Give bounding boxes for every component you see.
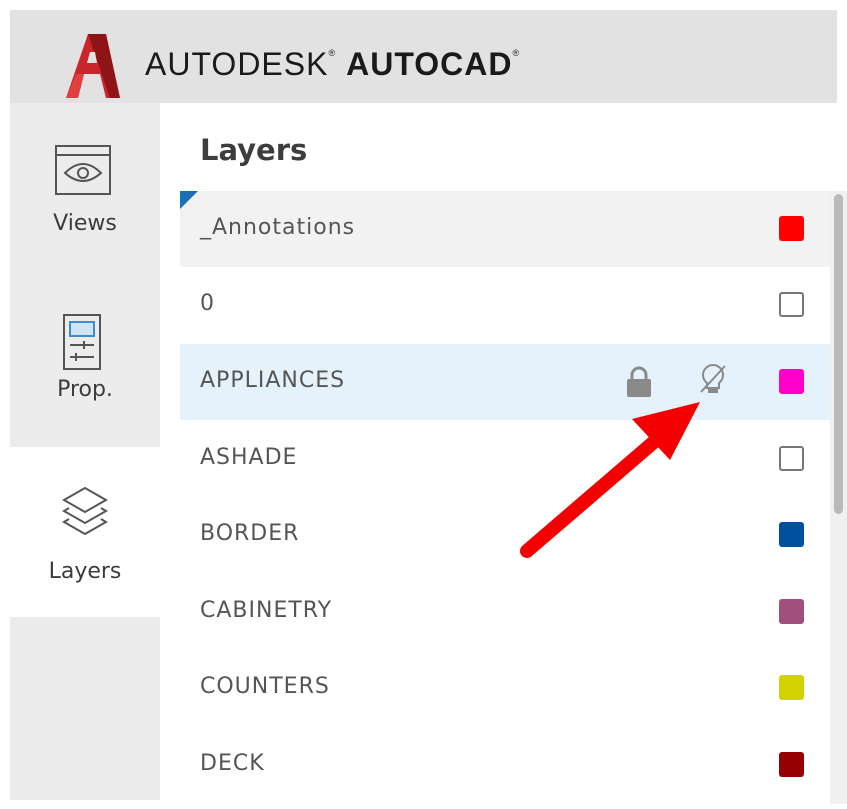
rail-item-properties[interactable]: Prop. xyxy=(10,293,160,447)
layer-row[interactable]: CABINETRY xyxy=(180,574,830,650)
layer-row[interactable]: BORDER xyxy=(180,497,830,573)
brand-wordmark: AUTODESK® AUTOCAD® xyxy=(145,46,521,82)
layer-name: BORDER xyxy=(200,521,300,546)
rail-item-properties-label: Prop. xyxy=(57,377,113,402)
layer-name: CABINETRY xyxy=(200,598,333,623)
layer-list-scrollbar[interactable] xyxy=(830,191,847,804)
layer-name: ASHADE xyxy=(200,445,298,470)
lock-icon[interactable] xyxy=(626,366,652,398)
layer-color-swatch[interactable] xyxy=(779,675,804,700)
autocad-logo-icon xyxy=(66,34,120,98)
layer-row[interactable]: 0 xyxy=(180,267,830,343)
layer-color-swatch[interactable] xyxy=(779,599,804,624)
layer-color-swatch[interactable] xyxy=(779,369,804,394)
panel-title: Layers xyxy=(200,133,308,167)
rail-item-views[interactable]: Views xyxy=(10,103,160,293)
layer-row[interactable]: _Annotations xyxy=(180,191,830,267)
layer-color-swatch[interactable] xyxy=(779,752,804,777)
brand-product: AUTOCAD xyxy=(346,46,513,82)
layers-icon xyxy=(61,486,109,536)
selection-corner-marker xyxy=(180,191,198,209)
app-header: AUTODESK® AUTOCAD® xyxy=(10,10,837,103)
layer-name: 0 xyxy=(200,291,215,316)
eye-icon xyxy=(55,145,111,195)
layer-list: _Annotations 0 APPLIANCES ASHADE BORDER … xyxy=(180,191,830,804)
brand-prefix: AUTODESK xyxy=(145,46,329,82)
layer-color-swatch[interactable] xyxy=(779,446,804,471)
layer-color-swatch[interactable] xyxy=(779,216,804,241)
rail-item-layers[interactable]: Layers xyxy=(10,447,160,617)
layer-name: _Annotations xyxy=(200,215,356,240)
side-rail: Views Prop. Layers xyxy=(10,103,160,800)
layer-row[interactable]: COUNTERS xyxy=(180,650,830,726)
layer-row[interactable]: ASHADE xyxy=(180,421,830,497)
layer-color-swatch[interactable] xyxy=(779,522,804,547)
layer-name: APPLIANCES xyxy=(200,368,346,393)
properties-icon xyxy=(63,314,101,370)
rail-item-layers-label: Layers xyxy=(48,559,122,584)
layer-name: DECK xyxy=(200,751,265,776)
rail-item-views-label: Views xyxy=(53,211,117,236)
layer-row[interactable]: DECK xyxy=(180,727,830,803)
layer-name: COUNTERS xyxy=(200,674,330,699)
layer-row[interactable]: APPLIANCES xyxy=(180,344,830,420)
bulb-off-icon[interactable] xyxy=(698,362,728,398)
scrollbar-thumb[interactable] xyxy=(834,194,843,514)
layer-color-swatch[interactable] xyxy=(779,292,804,317)
